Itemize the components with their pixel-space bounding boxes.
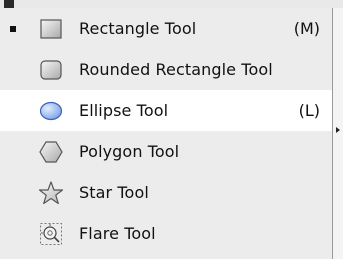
menu-item-label: Ellipse Tool (79, 101, 169, 120)
menu-item-star-tool[interactable]: Star Tool (0, 172, 332, 213)
flare-icon (38, 221, 64, 247)
menu-item-label: Polygon Tool (79, 142, 180, 161)
shape-tools-menu: Rectangle Tool (M) Rounded Rectangle Too… (0, 8, 333, 259)
menu-item-rectangle-tool[interactable]: Rectangle Tool (M) (0, 8, 332, 49)
menu-item-label: Flare Tool (79, 224, 156, 243)
menu-item-shortcut: (M) (293, 19, 320, 38)
star-icon (38, 180, 64, 206)
top-tab-marker (4, 0, 14, 8)
menu-item-label: Rounded Rectangle Tool (79, 60, 273, 79)
polygon-icon (38, 139, 64, 165)
menu-item-label: Rectangle Tool (79, 19, 197, 38)
ellipse-icon (38, 98, 64, 124)
side-panel-edge (333, 8, 343, 259)
menu-item-ellipse-tool[interactable]: Ellipse Tool (L) (0, 90, 332, 131)
menu-item-label: Star Tool (79, 183, 149, 202)
rounded-rectangle-icon (38, 57, 64, 83)
menu-item-flare-tool[interactable]: Flare Tool (0, 213, 332, 254)
rectangle-icon (38, 16, 64, 42)
menu-item-shortcut: (L) (298, 101, 320, 120)
menu-item-polygon-tool[interactable]: Polygon Tool (0, 131, 332, 172)
flyout-arrow-icon (336, 127, 340, 133)
menu-item-rounded-rectangle-tool[interactable]: Rounded Rectangle Tool (0, 49, 332, 90)
selected-check-mark (10, 25, 16, 32)
